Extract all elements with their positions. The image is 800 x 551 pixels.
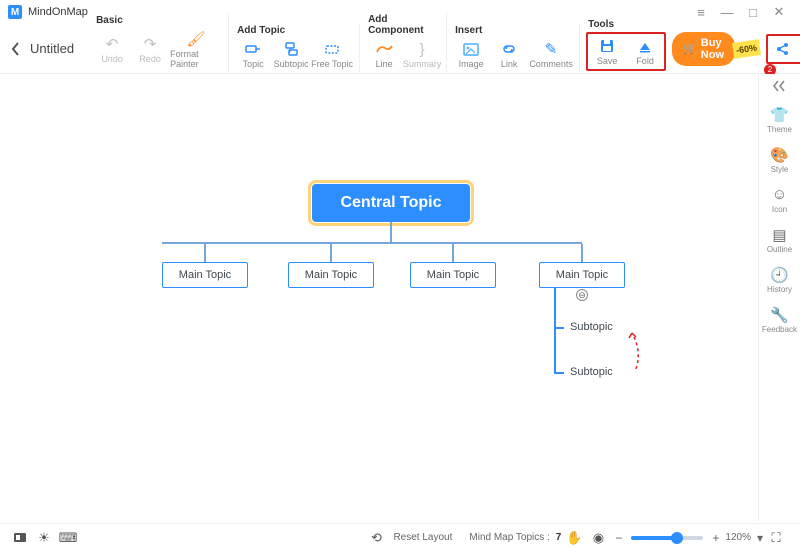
reset-layout-label[interactable]: Reset Layout (393, 532, 452, 543)
buy-now-button[interactable]: 🛒 Buy Now (672, 32, 735, 66)
line-button[interactable]: Line (366, 38, 402, 71)
sidebar-history[interactable]: 🕘 History (767, 266, 792, 294)
topic-button[interactable]: Topic (235, 38, 271, 71)
central-topic-node[interactable]: Central Topic (312, 184, 470, 222)
sidebar-outline[interactable]: ▤ Outline (767, 226, 792, 254)
zoom-slider[interactable] (631, 536, 703, 540)
subtopic-button[interactable]: Subtopic (273, 38, 309, 71)
collapse-toggle[interactable]: ⊖ (576, 289, 588, 301)
topics-label: Mind Map Topics : (469, 532, 549, 543)
connector (581, 244, 583, 262)
image-icon (463, 40, 479, 58)
connector (330, 244, 332, 262)
theme-icon: 👕 (770, 106, 789, 124)
format-painter-icon: 🖌 (187, 30, 206, 48)
share-button[interactable] (772, 39, 792, 59)
connector (204, 244, 206, 262)
comments-icon: ✎ (545, 40, 558, 58)
zoom-out-button[interactable]: − (612, 531, 625, 545)
main-topic-node[interactable]: Main Topic (410, 262, 496, 288)
right-sidebar: 👕 Theme 🎨 Style ☺ Icon ▤ Outline 🕘 Histo… (758, 74, 800, 521)
buy-now-label: Buy Now (701, 37, 724, 61)
group-basic-label: Basic (94, 15, 222, 26)
back-button[interactable] (10, 41, 22, 57)
minimize-button[interactable]: — (714, 2, 740, 22)
connector (554, 288, 556, 374)
sidebar-icon[interactable]: ☺ Icon (772, 186, 787, 214)
app-name: MindOnMap (28, 6, 88, 18)
sidebar-collapse-button[interactable] (772, 80, 788, 92)
image-button[interactable]: Image (453, 38, 489, 71)
main-topic-node[interactable]: Main Topic (539, 262, 625, 288)
keyboard-button[interactable]: ⌨ (58, 529, 78, 547)
fold-icon (638, 37, 652, 55)
comments-button[interactable]: ✎ Comments (529, 38, 573, 71)
close-button[interactable]: ✕ (766, 2, 792, 22)
fold-button[interactable]: Fold (627, 35, 663, 68)
group-tools-label: Tools (586, 19, 666, 30)
reset-layout-button[interactable]: ⟲ (366, 529, 386, 547)
mindmap-canvas[interactable]: Central Topic Main Topic Main Topic Main… (0, 74, 758, 521)
maximize-button[interactable]: □ (740, 2, 766, 22)
connector (162, 242, 582, 244)
feedback-icon: 🔧 (770, 306, 789, 324)
presentation-button[interactable] (10, 529, 30, 547)
sidebar-style[interactable]: 🎨 Style (770, 146, 789, 174)
link-button[interactable]: Link (491, 38, 527, 71)
free-topic-button[interactable]: Free Topic (311, 38, 353, 71)
app-logo: M (8, 5, 22, 19)
topic-icon (245, 40, 261, 58)
summary-button: } Summary (404, 38, 440, 71)
pan-button[interactable]: ✋ (564, 529, 584, 547)
cart-icon: 🛒 (683, 42, 697, 55)
history-icon: 🕘 (770, 266, 789, 284)
connector (390, 222, 392, 242)
fullscreen-button[interactable]: ⛶ (766, 529, 786, 547)
line-icon (375, 40, 393, 58)
connector (452, 244, 454, 262)
zoom-value: 120% (725, 532, 751, 543)
annotation-arrow (624, 329, 642, 369)
style-icon: 🎨 (770, 146, 789, 164)
redo-button: ↷ Redo (132, 33, 168, 66)
main-topic-node[interactable]: Main Topic (288, 262, 374, 288)
document-title[interactable]: Untitled (30, 41, 74, 56)
subtopic-node[interactable]: Subtopic (570, 321, 613, 333)
save-icon (600, 37, 614, 55)
summary-icon: } (420, 40, 425, 58)
group-addtopic-label: Add Topic (235, 25, 353, 36)
format-painter-button[interactable]: 🖌 Format Painter (170, 28, 222, 71)
redo-icon: ↷ (144, 35, 157, 53)
sidebar-feedback[interactable]: 🔧 Feedback (762, 306, 797, 334)
link-icon (501, 40, 517, 58)
free-topic-icon (324, 40, 340, 58)
group-addcomponent-label: Add Component (366, 14, 440, 36)
status-bar: ☀ ⌨ ⟲ Reset Layout Mind Map Topics : 7 ✋… (0, 523, 800, 551)
zoom-fill (631, 536, 675, 540)
sidebar-theme[interactable]: 👕 Theme (767, 106, 792, 134)
zoom-in-button[interactable]: + (709, 531, 722, 545)
connector (554, 327, 564, 329)
subtopic-icon (283, 40, 299, 58)
menu-icon[interactable]: ≡ (688, 2, 714, 22)
subtopic-node[interactable]: Subtopic (570, 366, 613, 378)
group-insert-label: Insert (453, 25, 573, 36)
outline-icon: ▤ (772, 226, 786, 244)
zoom-knob[interactable] (671, 532, 683, 544)
connector (554, 372, 564, 374)
share-icon (775, 42, 789, 56)
share-export-highlight: 2 (766, 34, 800, 64)
zoom-dropdown[interactable]: ▾ (754, 531, 766, 545)
brightness-button[interactable]: ☀ (34, 529, 54, 547)
save-fold-highlight: Save Fold (586, 32, 666, 71)
main-topic-node[interactable]: Main Topic (162, 262, 248, 288)
icon-icon: ☺ (772, 186, 787, 204)
undo-button: ↶ Undo (94, 33, 130, 66)
undo-icon: ↶ (106, 35, 119, 53)
center-button[interactable]: ◉ (588, 529, 608, 547)
topics-count: 7 (556, 532, 562, 543)
save-button[interactable]: Save (589, 35, 625, 68)
discount-badge: -60% (732, 39, 761, 59)
